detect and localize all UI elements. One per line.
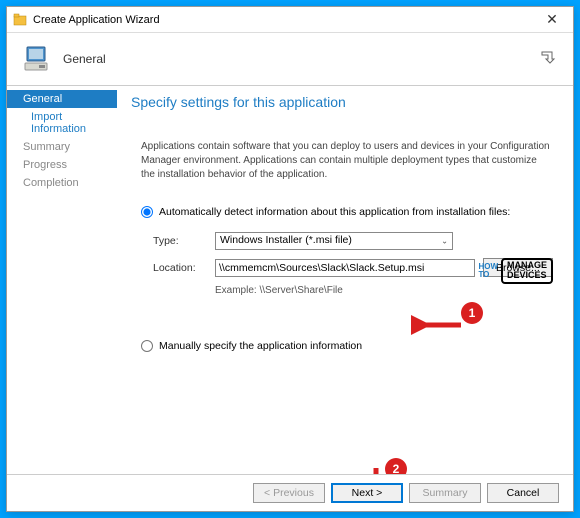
- location-label: Location:: [153, 262, 215, 274]
- radio-auto-label: Automatically detect information about t…: [159, 206, 510, 218]
- annotation-callout-2: 2: [385, 458, 407, 474]
- sidebar-item-progress[interactable]: Progress: [7, 156, 117, 174]
- footer: < Previous Next > Summary Cancel: [7, 474, 573, 511]
- sidebar-item-import-info[interactable]: Import Information: [7, 108, 117, 138]
- watermark-howto: HOWTO: [478, 263, 498, 279]
- close-button[interactable]: ✕: [537, 11, 567, 28]
- location-input[interactable]: [215, 259, 475, 277]
- wizard-window: Create Application Wizard ✕ General Gene…: [6, 6, 574, 512]
- annotation-arrow-2: [365, 466, 387, 474]
- computer-icon: [21, 43, 53, 75]
- sidebar-item-completion[interactable]: Completion: [7, 174, 117, 192]
- page-title: Specify settings for this application: [131, 94, 557, 110]
- previous-button: < Previous: [253, 483, 325, 503]
- sidebar-item-summary[interactable]: Summary: [7, 138, 117, 156]
- type-value: Windows Installer (*.msi file): [220, 234, 352, 246]
- radio-manual-input[interactable]: [141, 340, 153, 352]
- banner-label: General: [63, 52, 539, 66]
- chevron-down-icon: ⌄: [441, 237, 448, 246]
- sidebar-item-general[interactable]: General: [7, 90, 117, 108]
- next-button[interactable]: Next >: [331, 483, 403, 503]
- window-title: Create Application Wizard: [33, 14, 537, 26]
- titlebar: Create Application Wizard ✕: [7, 7, 573, 33]
- main-panel: Specify settings for this application Ap…: [117, 86, 573, 474]
- app-icon: [13, 13, 27, 27]
- options-icon[interactable]: [539, 49, 559, 70]
- radio-auto-detect[interactable]: Automatically detect information about t…: [141, 206, 557, 218]
- banner: General: [7, 33, 573, 86]
- example-text: Example: \\Server\Share\File: [215, 285, 557, 296]
- type-label: Type:: [153, 235, 215, 247]
- watermark-box: MANAGE DEVICES: [501, 258, 553, 284]
- type-field-row: Type: Windows Installer (*.msi file) ⌄: [153, 232, 557, 250]
- summary-button: Summary: [409, 483, 481, 503]
- radio-manual[interactable]: Manually specify the application informa…: [141, 340, 557, 352]
- radio-auto-input[interactable]: [141, 206, 153, 218]
- radio-manual-label: Manually specify the application informa…: [159, 340, 362, 352]
- description-text: Applications contain software that you c…: [141, 140, 553, 182]
- watermark: HOWTO MANAGE DEVICES: [478, 258, 553, 284]
- sidebar: General Import Information Summary Progr…: [7, 86, 117, 474]
- type-select[interactable]: Windows Installer (*.msi file) ⌄: [215, 232, 453, 250]
- cancel-button[interactable]: Cancel: [487, 483, 559, 503]
- body: General Import Information Summary Progr…: [7, 86, 573, 474]
